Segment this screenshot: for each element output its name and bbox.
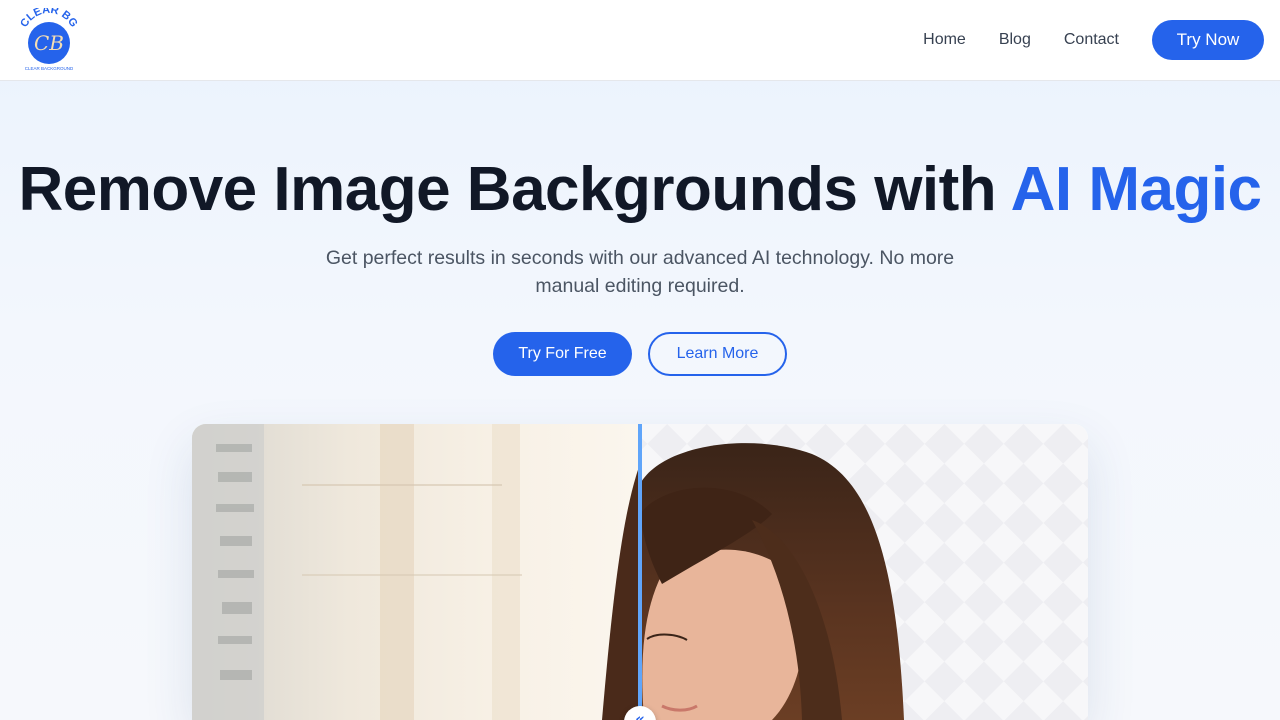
logo-graphic: CLEAR BG CB CLEAR BACKGROUND: [18, 4, 79, 71]
hero-title: Remove Image Backgrounds with AI Magic: [0, 154, 1280, 225]
clearbg-logo[interactable]: CLEAR BG CB CLEAR BACKGROUND: [18, 4, 80, 74]
comparison-divider[interactable]: [638, 424, 642, 720]
hero-title-main: Remove Image Backgrounds with: [18, 155, 1011, 224]
learn-more-button[interactable]: Learn More: [648, 332, 787, 376]
nav-blog-link[interactable]: Blog: [999, 31, 1031, 49]
before-after-comparison[interactable]: «: [192, 424, 1088, 720]
try-now-button[interactable]: Try Now: [1152, 20, 1264, 60]
after-image: [640, 424, 1088, 720]
hero-subtitle: Get perfect results in seconds with our …: [325, 247, 955, 297]
hero-actions: Try For Free Learn More: [0, 332, 1280, 376]
nav-contact-link[interactable]: Contact: [1064, 31, 1119, 49]
site-header: CLEAR BG CB CLEAR BACKGROUND Home Blog C…: [0, 0, 1280, 81]
main-nav: Home Blog Contact Try Now: [923, 20, 1264, 60]
nav-home-link[interactable]: Home: [923, 31, 966, 49]
logo-bottom-text: CLEAR BACKGROUND: [25, 66, 74, 71]
before-image: [192, 424, 640, 720]
hero-title-accent: AI Magic: [1010, 155, 1262, 224]
try-for-free-button[interactable]: Try For Free: [493, 332, 632, 376]
logo-monogram: CB: [34, 31, 64, 55]
